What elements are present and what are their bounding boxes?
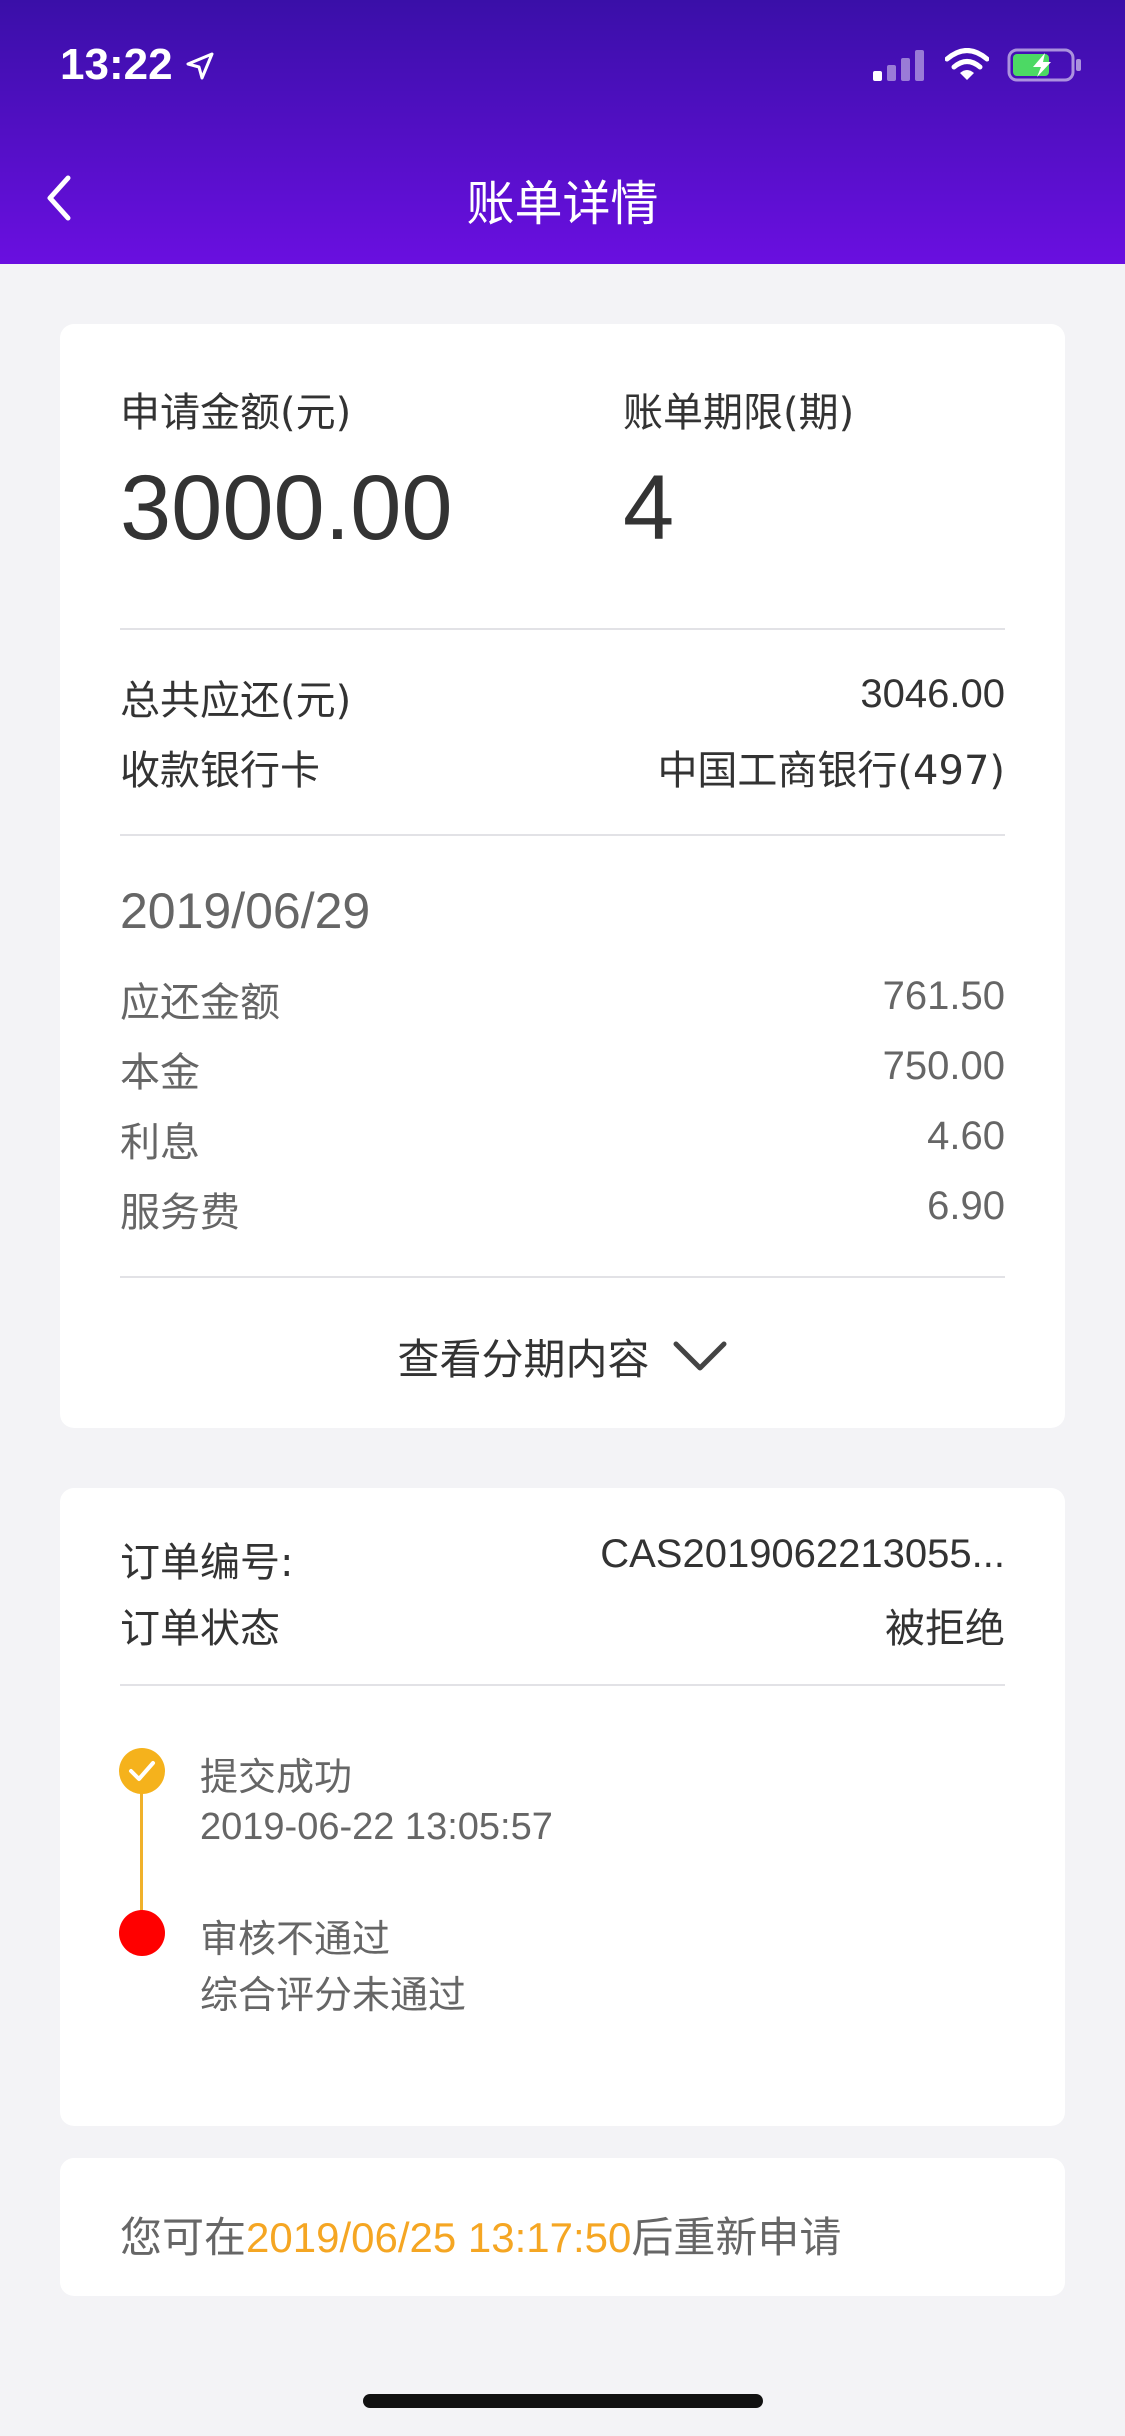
signal-icon [873, 49, 927, 85]
error-dot-icon [119, 1910, 165, 1956]
chevron-down-icon [673, 1341, 726, 1370]
installment-row-label: 服务费 [120, 1190, 240, 1236]
bill-summary-card: 申请金额(元) 3000.00 账单期限(期) 4 总共应还(元) 3046.0… [60, 324, 1065, 1428]
view-installments-label: 查看分期内容 [397, 1335, 650, 1384]
wifi-icon [944, 48, 990, 86]
divider [120, 1684, 1005, 1686]
amount-label: 申请金额(元) [120, 390, 352, 436]
installment-row-value: 750.00 [882, 1044, 1005, 1088]
order-status-label: 订单状态 [120, 1606, 280, 1652]
notice-suffix: 后重新申请 [631, 2213, 842, 2262]
divider [120, 1276, 1005, 1278]
installment-row-label: 应还金额 [120, 980, 280, 1026]
location-arrow-icon [186, 52, 214, 84]
total-label: 总共应还(元) [120, 678, 352, 724]
timeline-title: 审核不通过 [200, 1917, 391, 1961]
notice-prefix: 您可在 [120, 2213, 247, 2262]
divider [120, 628, 1005, 630]
amount-value: 3000.00 [120, 457, 453, 559]
installment-row-value: 4.60 [927, 1114, 1005, 1158]
divider [120, 834, 1005, 836]
status-time: 13:22 [60, 40, 173, 89]
installment-row-value: 761.50 [882, 974, 1005, 1018]
view-installments-button[interactable]: 查看分期内容 [60, 1326, 1065, 1387]
battery-icon [1007, 48, 1083, 86]
installment-row-value: 6.90 [927, 1184, 1005, 1228]
home-indicator[interactable] [363, 2394, 763, 2408]
timeline-detail: 2019-06-22 13:05:57 [200, 1806, 553, 1848]
order-number-value: CAS2019062213055... [600, 1532, 1005, 1576]
bank-label: 收款银行卡 [120, 748, 320, 794]
check-icon [119, 1748, 165, 1794]
term-value: 4 [623, 457, 675, 559]
reapply-notice: 您可在2019/06/25 13:17:50后重新申请 [120, 2204, 841, 2265]
installment-date: 2019/06/29 [120, 883, 371, 939]
timeline-title: 提交成功 [200, 1755, 353, 1799]
order-number-label: 订单编号: [120, 1540, 294, 1586]
term-label: 账单期限(期) [623, 390, 855, 436]
timeline-detail: 综合评分未通过 [200, 1973, 467, 2017]
status-icons [873, 48, 1083, 86]
total-value: 3046.00 [860, 672, 1005, 716]
installment-row-label: 本金 [120, 1050, 200, 1096]
installment-row-label: 利息 [120, 1120, 200, 1166]
bank-value: 中国工商银行(497) [657, 748, 1005, 794]
order-status-value: 被拒绝 [885, 1606, 1005, 1652]
header-bar: 13:22 账单详情 [0, 0, 1125, 264]
page-title: 账单详情 [466, 176, 659, 232]
notice-highlight-time: 2019/06/25 13:17:50 [246, 2214, 632, 2261]
